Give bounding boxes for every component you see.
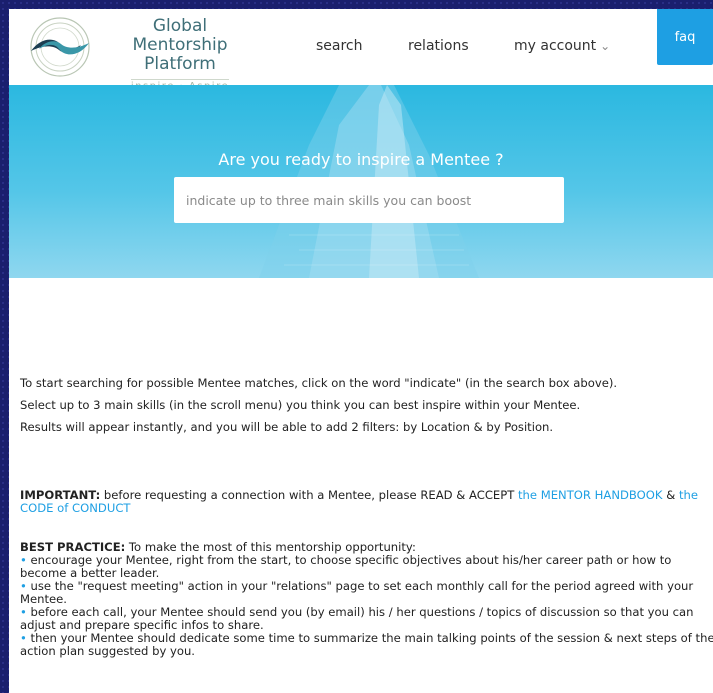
best-practice-item-text: encourage your Mentee, right from the st… [20, 553, 672, 580]
best-practice-item-text: before each call, your Mentee should sen… [20, 605, 694, 632]
nav-my-account-label: my account [514, 38, 597, 54]
faq-button[interactable]: faq [657, 9, 713, 65]
nav-my-account[interactable]: my account ⌄ [514, 38, 610, 54]
logo-emblem-icon [30, 17, 90, 77]
best-practice-item: • then your Mentee should dedicate some … [20, 632, 713, 658]
important-text: before requesting a connection with a Me… [100, 488, 519, 502]
brand-name: Global Mentorship Platform inspire · Asp… [105, 17, 255, 93]
mentor-handbook-link[interactable]: the MENTOR HANDBOOK [518, 488, 663, 502]
brand-line-2: Platform [144, 54, 216, 74]
best-practice: BEST PRACTICE: To make the most of this … [20, 541, 713, 658]
bullet-icon: • [20, 605, 27, 619]
brand-line-1: Global Mentorship [132, 16, 228, 55]
instruction-line: Select up to 3 main skills (in the scrol… [20, 398, 581, 412]
important-notice: IMPORTANT: before requesting a connectio… [20, 489, 710, 515]
logo[interactable] [25, 15, 95, 79]
nav-search[interactable]: search [316, 38, 363, 54]
instruction-line: To start searching for possible Mentee m… [20, 376, 618, 390]
best-practice-intro: To make the most of this mentorship oppo… [125, 540, 416, 554]
header: Global Mentorship Platform inspire · Asp… [9, 9, 713, 92]
best-practice-item: • encourage your Mentee, right from the … [20, 554, 713, 580]
best-practice-item: • use the "request meeting" action in yo… [20, 580, 713, 606]
hero-banner: Are you ready to inspire a Mentee ? [9, 85, 713, 278]
best-practice-label: BEST PRACTICE: [20, 540, 126, 554]
skills-search-input[interactable] [174, 177, 564, 223]
page: Global Mentorship Platform inspire · Asp… [9, 9, 713, 693]
best-practice-item: • before each call, your Mentee should s… [20, 606, 713, 632]
hero-title: Are you ready to inspire a Mentee ? [218, 150, 504, 169]
bullet-icon: • [20, 631, 27, 645]
chevron-down-icon: ⌄ [600, 39, 611, 53]
nav-relations[interactable]: relations [408, 38, 469, 54]
best-practice-item-text: use the "request meeting" action in your… [20, 579, 694, 606]
best-practice-item-text: then your Mentee should dedicate some ti… [20, 631, 713, 658]
bullet-icon: • [20, 579, 27, 593]
instruction-line: Results will appear instantly, and you w… [20, 420, 554, 434]
bullet-icon: • [20, 553, 27, 567]
instructions: To start searching for possible Mentee m… [20, 372, 712, 438]
important-label: IMPORTANT: [20, 488, 101, 502]
important-and: & [662, 488, 679, 502]
